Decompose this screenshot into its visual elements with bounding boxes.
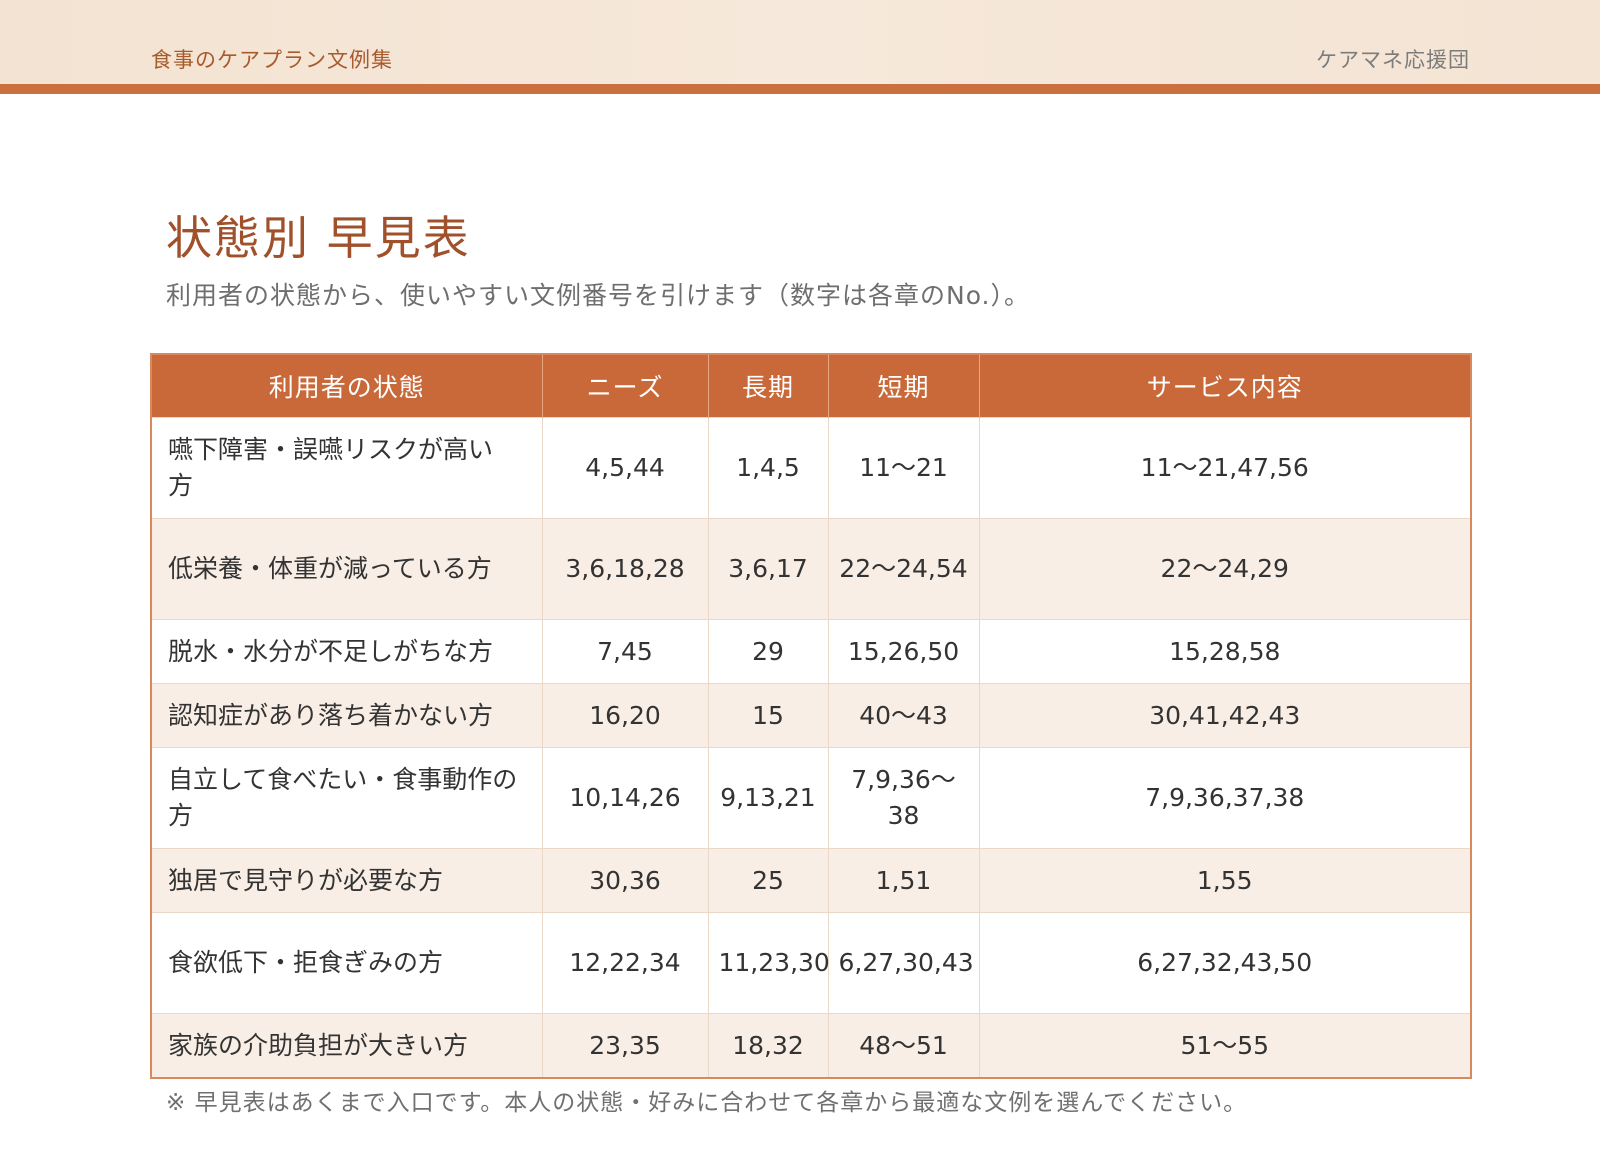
quick-reference-table-container: 利用者の状態 ニーズ 長期 短期 サービス内容 嚥下障害・誤嚥リスクが高い方 4… (150, 353, 1472, 1079)
page-subtitle: 利用者の状態から、使いやすい文例番号を引けます（数字は各章のNo.）。 (166, 281, 1031, 310)
table-row: 独居で見守りが必要な方 30,36 25 1,51 1,55 (151, 848, 1471, 913)
table-row: 脱水・水分が不足しがちな方 7,45 29 15,26,50 15,28,58 (151, 619, 1471, 684)
short-term-cell: 48〜51 (828, 1013, 980, 1078)
long-term-cell: 15 (708, 683, 829, 748)
long-term-cell: 3,6,17 (708, 518, 829, 620)
table-header-row: 利用者の状態 ニーズ 長期 短期 サービス内容 (151, 354, 1471, 418)
short-term-cell: 40〜43 (828, 683, 980, 748)
page-title: 状態別 早見表 (166, 211, 471, 265)
organization-name: ケアマネ応援団 (1316, 48, 1470, 72)
needs-cell: 12,22,34 (542, 912, 709, 1014)
needs-cell: 16,20 (542, 683, 709, 748)
long-term-cell: 29 (708, 619, 829, 684)
column-header-condition: 利用者の状態 (151, 354, 543, 418)
short-term-cell: 1,51 (828, 848, 980, 913)
services-cell: 15,28,58 (979, 619, 1471, 684)
needs-cell: 23,35 (542, 1013, 709, 1078)
table-row: 認知症があり落ち着かない方 16,20 15 40〜43 30,41,42,43 (151, 683, 1471, 748)
table-row: 低栄養・体重が減っている方 3,6,18,28 3,6,17 22〜24,54 … (151, 518, 1471, 620)
condition-cell: 独居で見守りが必要な方 (151, 848, 543, 913)
needs-cell: 10,14,26 (542, 747, 709, 849)
condition-cell: 嚥下障害・誤嚥リスクが高い方 (151, 417, 543, 519)
column-header-services: サービス内容 (979, 354, 1471, 418)
table-row: 嚥下障害・誤嚥リスクが高い方 4,5,44 1,4,5 11〜21 11〜21,… (151, 417, 1471, 519)
short-term-cell: 15,26,50 (828, 619, 980, 684)
condition-cell: 食欲低下・拒食ぎみの方 (151, 912, 543, 1014)
short-term-cell: 11〜21 (828, 417, 980, 519)
table-row: 食欲低下・拒食ぎみの方 12,22,34 11,23,30 6,27,30,43… (151, 912, 1471, 1014)
services-cell: 51〜55 (979, 1013, 1471, 1078)
needs-cell: 4,5,44 (542, 417, 709, 519)
table-row: 自立して食べたい・食事動作の方 10,14,26 9,13,21 7,9,36〜… (151, 747, 1471, 849)
quick-reference-table: 利用者の状態 ニーズ 長期 短期 サービス内容 嚥下障害・誤嚥リスクが高い方 4… (150, 353, 1472, 1079)
needs-cell: 3,6,18,28 (542, 518, 709, 620)
services-cell: 7,9,36,37,38 (979, 747, 1471, 849)
condition-cell: 脱水・水分が不足しがちな方 (151, 619, 543, 684)
short-term-cell: 6,27,30,43 (828, 912, 980, 1014)
services-cell: 1,55 (979, 848, 1471, 913)
condition-cell: 認知症があり落ち着かない方 (151, 683, 543, 748)
services-cell: 22〜24,29 (979, 518, 1471, 620)
long-term-cell: 18,32 (708, 1013, 829, 1078)
long-term-cell: 1,4,5 (708, 417, 829, 519)
condition-cell: 家族の介助負担が大きい方 (151, 1013, 543, 1078)
column-header-long-term: 長期 (708, 354, 829, 418)
short-term-cell: 22〜24,54 (828, 518, 980, 620)
long-term-cell: 9,13,21 (708, 747, 829, 849)
column-header-short-term: 短期 (828, 354, 980, 418)
table-row: 家族の介助負担が大きい方 23,35 18,32 48〜51 51〜55 (151, 1013, 1471, 1078)
footnote: ※ 早見表はあくまで入口です。本人の状態・好みに合わせて各章から最適な文例を選ん… (166, 1090, 1248, 1116)
header-accent-stripe (0, 84, 1600, 94)
needs-cell: 7,45 (542, 619, 709, 684)
column-header-needs: ニーズ (542, 354, 709, 418)
services-cell: 11〜21,47,56 (979, 417, 1471, 519)
services-cell: 6,27,32,43,50 (979, 912, 1471, 1014)
condition-cell: 低栄養・体重が減っている方 (151, 518, 543, 620)
condition-cell: 自立して食べたい・食事動作の方 (151, 747, 543, 849)
services-cell: 30,41,42,43 (979, 683, 1471, 748)
long-term-cell: 25 (708, 848, 829, 913)
long-term-cell: 11,23,30 (708, 912, 830, 1014)
short-term-cell: 7,9,36〜38 (828, 747, 980, 849)
needs-cell: 30,36 (542, 848, 709, 913)
document-title: 食事のケアプラン文例集 (151, 48, 393, 72)
